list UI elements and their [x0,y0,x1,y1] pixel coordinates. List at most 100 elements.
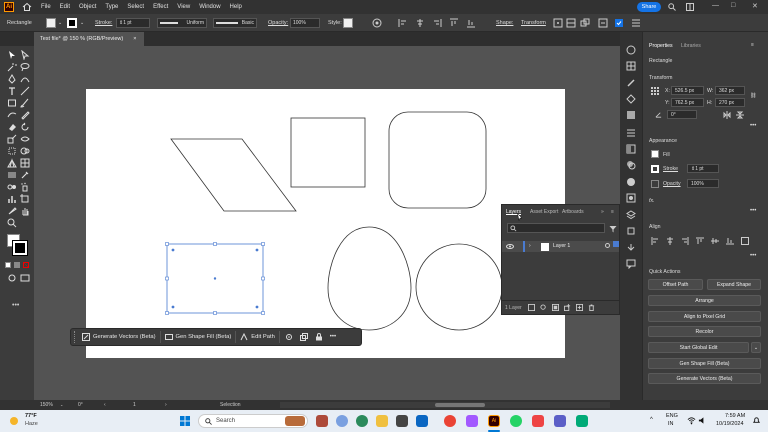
artboard[interactable] [86,89,565,358]
stroke-weight-field[interactable]: ⇕ 1 pt [687,164,719,173]
fill-swatch[interactable] [46,18,56,28]
recolor-button[interactable]: Recolor [648,326,761,337]
asset-export-panel-icon[interactable] [626,243,636,253]
layer-name[interactable]: Layer 1 [553,243,570,249]
isolate-icon[interactable] [566,18,576,28]
illustrator-taskbar-icon[interactable]: Ai [488,415,500,427]
zoom-dropdown-icon[interactable]: ⌄ [60,402,63,407]
target-icon[interactable] [605,243,610,248]
selection-tool-icon[interactable] [7,50,17,60]
stroke-weight-field[interactable]: ⇕ 1 pt [116,18,150,28]
artboard-number[interactable]: 1 [133,402,136,408]
home-icon[interactable] [22,2,32,12]
scale-tool-icon[interactable] [7,134,17,144]
minimize-icon[interactable]: — [712,2,719,9]
language-top[interactable]: ENG [666,413,678,419]
weather-desc[interactable]: Haze [25,421,38,427]
zoom-level[interactable]: 150% [40,402,53,408]
transform-link[interactable]: Transform [521,14,546,32]
x-position-field[interactable]: 526.5 px [671,86,704,95]
artboard-tool-icon[interactable] [20,194,30,204]
wifi-icon[interactable] [687,416,696,425]
libraries-tab[interactable]: Libraries [681,43,701,49]
align-right-icon[interactable] [432,18,442,28]
align-vcenter-icon[interactable] [711,237,719,245]
free-transform-tool-icon[interactable] [7,146,17,156]
clock-time[interactable]: 7:59 AM [725,413,745,419]
opacity-field[interactable]: 100% [687,179,719,188]
pencil-tool-icon[interactable] [20,110,30,120]
opacity-field[interactable]: 100% [290,18,320,28]
new-layer-icon[interactable] [576,304,583,311]
stroke-dropdown-icon[interactable]: ⌄ [80,14,84,32]
screen-mode-icon[interactable] [20,273,30,283]
flip-horizontal-icon[interactable] [723,111,731,119]
stroke-swatch[interactable] [651,165,659,173]
swatches-panel-icon[interactable] [626,61,636,71]
weather-temp[interactable]: 77°F [25,413,37,419]
artboard-next-icon[interactable]: › [165,402,167,408]
opacity-link[interactable]: Opacity: [268,14,288,32]
settings-icon[interactable] [285,333,293,341]
type-tool-icon[interactable] [7,86,17,96]
opacity-link[interactable]: Opacity [663,181,681,187]
filter-icon[interactable] [609,225,617,233]
panel-menu-icon[interactable]: ≡ [751,42,754,48]
mesh-tool-icon[interactable] [20,158,30,168]
comments-panel-icon[interactable] [626,259,636,269]
align-bottom-icon[interactable] [466,18,476,28]
stroke-link[interactable]: Stroke [663,166,678,172]
align-top-icon[interactable] [696,237,704,245]
generate-vectors-button[interactable]: Generate Vectors (Beta) [648,373,761,384]
export-icon[interactable] [528,304,535,311]
lasso-tool-icon[interactable] [20,62,30,72]
rotate-tool-icon[interactable] [20,122,30,132]
layers-panel-icon[interactable] [626,210,636,220]
shaper-tool-icon[interactable] [7,110,17,120]
transparency-panel-icon[interactable] [626,160,636,170]
stroke-swatch[interactable] [67,18,77,28]
rotation-value[interactable]: 0° [78,402,83,408]
selection-indicator[interactable] [613,241,619,247]
variable-width-dropdown[interactable]: Uniform [157,18,207,28]
width-field[interactable]: 362 px [715,86,745,95]
graphic-styles-panel-icon[interactable] [626,110,636,120]
teams-icon[interactable] [554,415,566,427]
locate-object-icon[interactable] [540,304,547,311]
eraser-tool-icon[interactable] [7,122,17,132]
lock-icon[interactable] [315,333,323,341]
search-icon[interactable] [668,3,676,11]
language-bottom[interactable]: IN [668,421,674,427]
rotation-angle-field[interactable]: 0° [667,110,697,119]
whatsapp-icon[interactable] [510,415,522,427]
global-edit-icon[interactable] [598,18,608,28]
align-pixel-grid-button[interactable]: Align to Pixel Grid [648,311,761,322]
artboard-prev-icon[interactable]: ‹ [104,402,106,408]
more-transform-options-icon[interactable]: ••• [750,123,756,129]
menu-object[interactable]: Object [79,4,96,10]
gen-shape-fill-button[interactable]: Gen Shape Fill (Beta) [161,330,236,344]
slice-tool-icon[interactable] [7,206,17,216]
transform-options-icon[interactable] [553,18,563,28]
paintbrush-tool-icon[interactable] [20,98,30,108]
color-panel-icon[interactable] [626,45,636,55]
store-icon[interactable] [396,415,408,427]
horizontal-scrollbar[interactable] [280,402,610,408]
recolor-icon[interactable] [372,18,382,28]
weather-icon[interactable] [8,415,20,427]
fill-dropdown-icon[interactable]: ⌄ [58,14,62,32]
eyedropper-tool-icon[interactable] [20,170,30,180]
gradient-panel-icon[interactable] [626,144,636,154]
pen-tool-icon[interactable] [7,74,17,84]
line-tool-icon[interactable] [20,86,30,96]
visibility-eye-icon[interactable] [506,243,514,250]
menu-file[interactable]: File [41,4,51,10]
chrome-icon[interactable] [444,415,456,427]
app-icon-2[interactable] [576,415,588,427]
magic-wand-tool-icon[interactable] [7,62,17,72]
task-view-icon[interactable] [316,415,328,427]
arrange-icon[interactable] [580,18,590,28]
artboards-tab[interactable]: Artboards [562,209,584,215]
edit-toolbar-icon[interactable]: ••• [12,302,19,309]
menu-view[interactable]: View [177,4,190,10]
